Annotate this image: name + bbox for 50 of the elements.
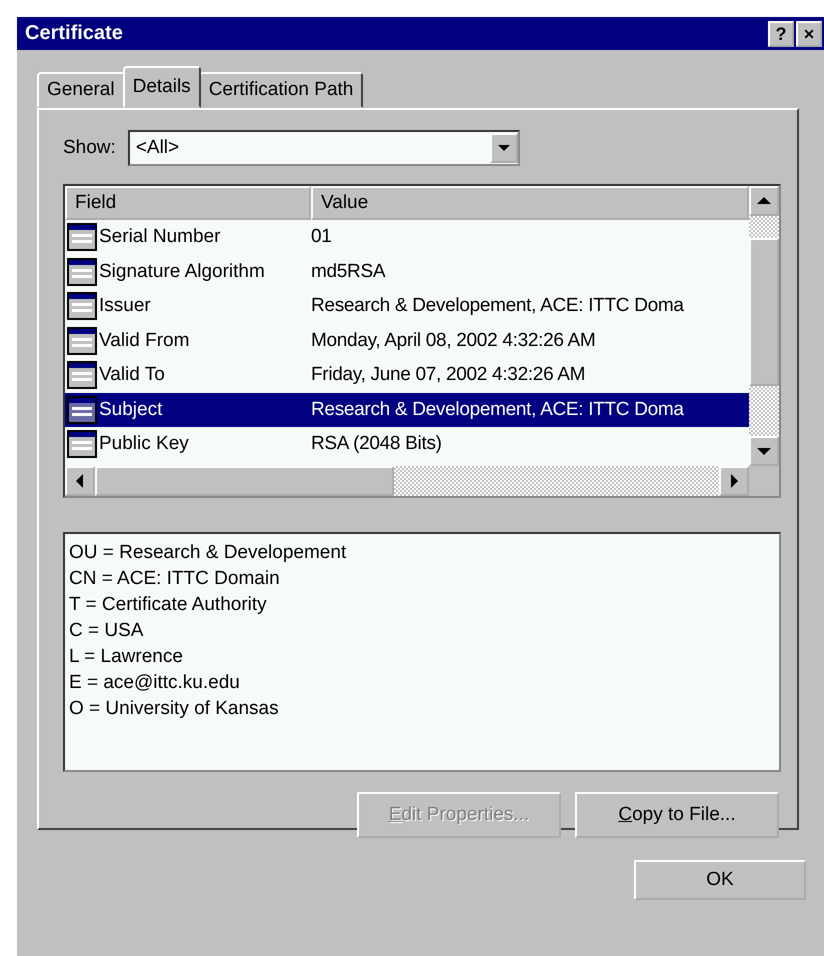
field-value: Research & Developement, ACE: ITTC Doma xyxy=(311,295,684,318)
scrollbar-thumb[interactable] xyxy=(749,238,779,386)
detail-line: OU = Research & Developement xyxy=(69,541,348,565)
field-name: Issuer xyxy=(99,295,152,318)
list-row[interactable]: Public Key RSA (2048 Bits) xyxy=(65,427,749,462)
field-name: Subject xyxy=(99,398,164,421)
field-name: Valid From xyxy=(99,330,190,352)
detail-line: E = ace@ittc.ku.edu xyxy=(69,671,241,695)
field-icon xyxy=(67,396,97,424)
action-button[interactable]: Copy to File... xyxy=(575,792,779,838)
horizontal-scrollbar[interactable] xyxy=(65,466,749,496)
field-value: Research & Developement, ACE: ITTC Doma xyxy=(311,398,684,421)
field-name: Valid To xyxy=(99,364,166,386)
tab[interactable]: Certification Path xyxy=(198,72,364,108)
help-button[interactable]: ? xyxy=(768,20,794,46)
tab[interactable]: General xyxy=(37,72,125,108)
scroll-left-icon[interactable] xyxy=(65,466,95,496)
list-row[interactable]: Valid From Monday, April 08, 2002 4:32:26 AM xyxy=(65,324,749,358)
close-button[interactable]: × xyxy=(796,20,822,46)
show-label: Show: xyxy=(63,137,116,159)
list-row[interactable]: Serial Number 01 xyxy=(65,220,749,254)
column-header[interactable]: Value xyxy=(311,186,749,220)
field-name: Public Key xyxy=(99,433,190,456)
field-value: Friday, June 07, 2002 4:32:26 AM xyxy=(311,364,586,386)
field-value: Monday, April 08, 2002 4:32:26 AM xyxy=(311,330,596,352)
scroll-up-icon[interactable] xyxy=(749,186,779,216)
detail-line: L = Lawrence xyxy=(69,645,184,669)
ok-button[interactable]: OK xyxy=(634,860,806,900)
field-value: md5RSA xyxy=(311,260,386,283)
scrollbar-thumb[interactable] xyxy=(95,466,394,496)
field-value: RSA (2048 Bits) xyxy=(311,433,442,456)
window-title: Certificate xyxy=(25,22,123,45)
detail-line: O = University of Kansas xyxy=(69,697,280,721)
field-value: 01 xyxy=(311,226,332,248)
scroll-right-icon[interactable] xyxy=(719,466,749,496)
tab[interactable]: Details xyxy=(122,66,201,108)
detail-line: CN = ACE: ITTC Domain xyxy=(69,567,281,591)
list-row[interactable]: Issuer Research & Developement, ACE: ITTC Doma xyxy=(65,289,749,324)
show-dropdown[interactable]: <All> xyxy=(128,130,520,166)
field-name: Serial Number xyxy=(99,226,222,248)
list-row[interactable]: Signature Algorithm md5RSA xyxy=(65,254,749,289)
scroll-down-icon[interactable] xyxy=(749,436,779,466)
column-header[interactable]: Field xyxy=(65,186,311,220)
detail-line: C = USA xyxy=(69,619,144,643)
list-row[interactable]: Subject Research & Developement, ACE: ITTC Doma xyxy=(65,392,749,427)
scrollbar-track[interactable] xyxy=(749,216,779,238)
field-name: Signature Algorithm xyxy=(99,260,266,283)
list-row[interactable]: Valid To Friday, June 07, 2002 4:32:26 AM xyxy=(65,358,749,392)
detail-textbox[interactable]: OU = Research & Developement CN = ACE: ITTC Domain T = Certificate Authority C = USA L = Lawrence E = ace@ittc.ku.edu O = University of Kansas xyxy=(63,532,781,772)
detail-line: T = Certificate Authority xyxy=(69,593,268,617)
